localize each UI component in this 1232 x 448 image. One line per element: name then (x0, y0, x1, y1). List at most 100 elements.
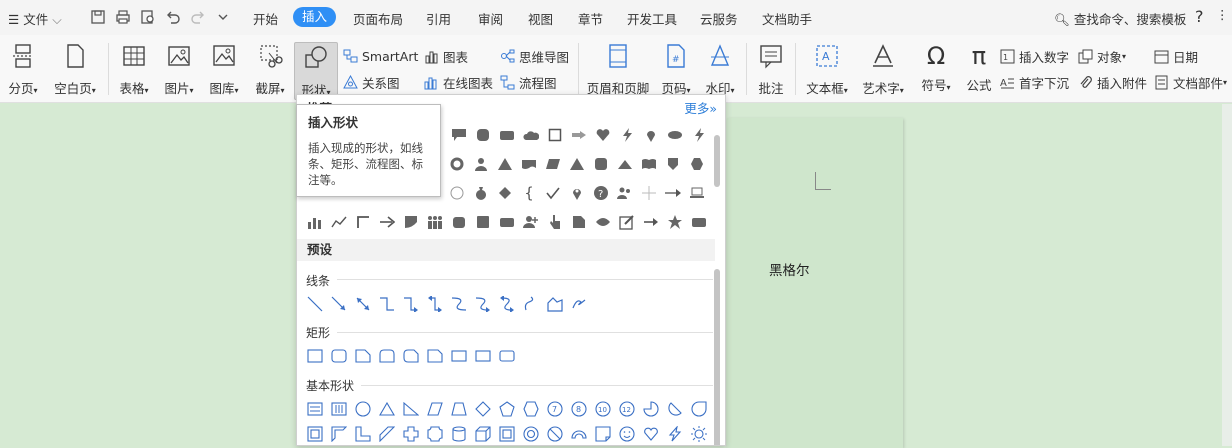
diagonal-stripe-shape-icon[interactable] (375, 422, 399, 445)
attachment-button[interactable]: 插入附件 (1078, 73, 1147, 91)
double-arrow-line-shape-icon[interactable] (351, 292, 375, 316)
page-break-button[interactable]: 分页▾ (4, 41, 42, 97)
frame-shape-icon[interactable] (303, 422, 327, 445)
chart-button[interactable]: 图表 (424, 47, 468, 65)
shield-shape-icon[interactable] (661, 152, 685, 176)
line-chart-shape-icon[interactable] (327, 210, 351, 234)
table-button[interactable]: 表格▾ (116, 41, 152, 97)
file-menu[interactable]: ☰ 文件 ⌵ (8, 9, 62, 28)
parallelogram-shape-icon[interactable] (541, 152, 565, 176)
curved-flag-shape-icon[interactable] (399, 210, 423, 234)
snip-rectangle-shape-icon[interactable] (351, 344, 375, 368)
formula-button[interactable]: π 公式 (963, 41, 995, 94)
half-frame-shape-icon[interactable] (327, 422, 351, 445)
print-preview-icon[interactable] (140, 9, 156, 25)
add-user-shape-icon[interactable] (519, 210, 543, 234)
book-shape-icon[interactable] (637, 152, 661, 176)
scribble-shape-icon[interactable] (567, 292, 591, 316)
single-snip-rectangle-shape-icon[interactable] (423, 344, 447, 368)
can-shape-icon[interactable] (447, 422, 471, 445)
panel-scrollbar-bottom[interactable] (714, 269, 720, 445)
octagon-shape-icon[interactable]: 8 (567, 397, 591, 421)
snip-round-rectangle-shape-icon[interactable] (399, 344, 423, 368)
location-shape-icon[interactable] (565, 181, 589, 205)
page-number-button[interactable]: # 页码▾ (656, 41, 696, 97)
sun-shape-icon[interactable] (687, 422, 711, 445)
cube-shape-icon[interactable] (471, 422, 495, 445)
question-shape-icon[interactable]: ? (589, 181, 613, 205)
heptagon-shape-icon[interactable]: 7 (543, 397, 567, 421)
tab-doc-assistant[interactable]: 文档助手 (762, 9, 812, 28)
object-button[interactable]: 对象 ▾ (1078, 47, 1126, 65)
tab-home[interactable]: 开始 (253, 9, 278, 28)
blank-page-button[interactable]: 空白页▾ (49, 41, 101, 97)
l-shape-icon[interactable] (351, 422, 375, 445)
insert-number-button[interactable]: 1 插入数字 (1000, 47, 1069, 65)
rounded-block-shape-icon[interactable] (447, 210, 471, 234)
folded-corner-shape-icon[interactable] (591, 422, 615, 445)
wide-rounded-rectangle-shape-icon[interactable] (495, 344, 519, 368)
document-page[interactable] (727, 118, 903, 448)
circle-outline-shape-icon[interactable] (445, 181, 469, 205)
laptop-shape-icon[interactable] (685, 181, 709, 205)
checkmark-shape-icon[interactable] (541, 181, 565, 205)
watermark-button[interactable]: 水印▾ (700, 41, 740, 97)
person-shape-icon[interactable] (469, 152, 493, 176)
lightning-shape-icon[interactable] (615, 123, 639, 147)
tab-review[interactable]: 审阅 (478, 9, 503, 28)
corner-shape-icon[interactable] (351, 210, 375, 234)
block-arc-shape-icon[interactable] (567, 422, 591, 445)
tab-page-layout[interactable]: 页面布局 (353, 9, 403, 28)
panel-scrollbar-top[interactable] (714, 135, 720, 187)
donut-shape-icon[interactable] (519, 422, 543, 445)
square-block-shape-icon[interactable] (471, 210, 495, 234)
hand-pointer-shape-icon[interactable] (543, 210, 567, 234)
smiley-shape-icon[interactable] (615, 422, 639, 445)
vertical-text-box-shape-icon[interactable] (327, 397, 351, 421)
more-icon[interactable]: ⋮ (1216, 7, 1229, 22)
symbol-button[interactable]: Ω 符号▾ (917, 41, 955, 94)
tab-chapter[interactable]: 章节 (578, 9, 603, 28)
relation-chart-button[interactable]: 关系图 (343, 73, 400, 91)
heart-shape-icon[interactable] (591, 123, 615, 147)
pie-shape-icon[interactable] (639, 397, 663, 421)
drop-cap-button[interactable]: A 首字下沉 (1000, 73, 1069, 91)
freeform-shape-icon[interactable] (543, 292, 567, 316)
callout-shape-icon[interactable] (447, 123, 471, 147)
customize-icon[interactable] (215, 9, 231, 25)
wave-shape-icon[interactable] (517, 152, 541, 176)
header-footer-button[interactable]: 页眉和页脚 (585, 41, 651, 97)
document-text[interactable]: 黑格尔 (769, 259, 810, 279)
elbow-connector-shape-icon[interactable] (375, 292, 399, 316)
date-button[interactable]: 日期 (1154, 47, 1198, 65)
right-triangle-shape-icon[interactable] (399, 397, 423, 421)
crosshair-shape-icon[interactable] (637, 181, 661, 205)
pentagon-outline-shape-icon[interactable] (495, 397, 519, 421)
wide-rectangle-shape-icon[interactable] (447, 344, 471, 368)
elbow-arrow-shape-icon[interactable] (399, 292, 423, 316)
triangle2-shape-icon[interactable] (565, 152, 589, 176)
oval-outline-shape-icon[interactable] (351, 397, 375, 421)
mindmap-button[interactable]: 思维导图 (500, 47, 569, 65)
textbox-button[interactable]: A 文本框▾ (803, 41, 851, 97)
hexagon-shape-icon[interactable] (685, 152, 709, 176)
curve-connector-shape-icon[interactable] (447, 292, 471, 316)
pin-shape-icon[interactable] (639, 123, 663, 147)
document-scrollbar[interactable] (1222, 104, 1232, 446)
arrow-right-shape-icon[interactable] (661, 181, 685, 205)
brace-shape-icon[interactable]: { (517, 181, 541, 205)
tab-view[interactable]: 视图 (528, 9, 553, 28)
diamond-shape-icon[interactable] (493, 181, 517, 205)
rounded-rectangle-shape-icon[interactable] (327, 344, 351, 368)
hexagon-outline-shape-icon[interactable] (519, 397, 543, 421)
eye-shape-icon[interactable] (591, 210, 615, 234)
text-box-shape-icon[interactable] (303, 397, 327, 421)
tab-developer[interactable]: 开发工具 (627, 9, 677, 28)
picture-button[interactable]: 图片▾ (160, 41, 198, 97)
freeform-curve-shape-icon[interactable] (519, 292, 543, 316)
lightning-outline-shape-icon[interactable] (663, 422, 687, 445)
decagon-shape-icon[interactable]: 10 (591, 397, 615, 421)
rect-block-shape-icon[interactable] (495, 210, 519, 234)
no-symbol-shape-icon[interactable] (543, 422, 567, 445)
screenshot-button[interactable]: 截屏▾ (250, 41, 290, 97)
